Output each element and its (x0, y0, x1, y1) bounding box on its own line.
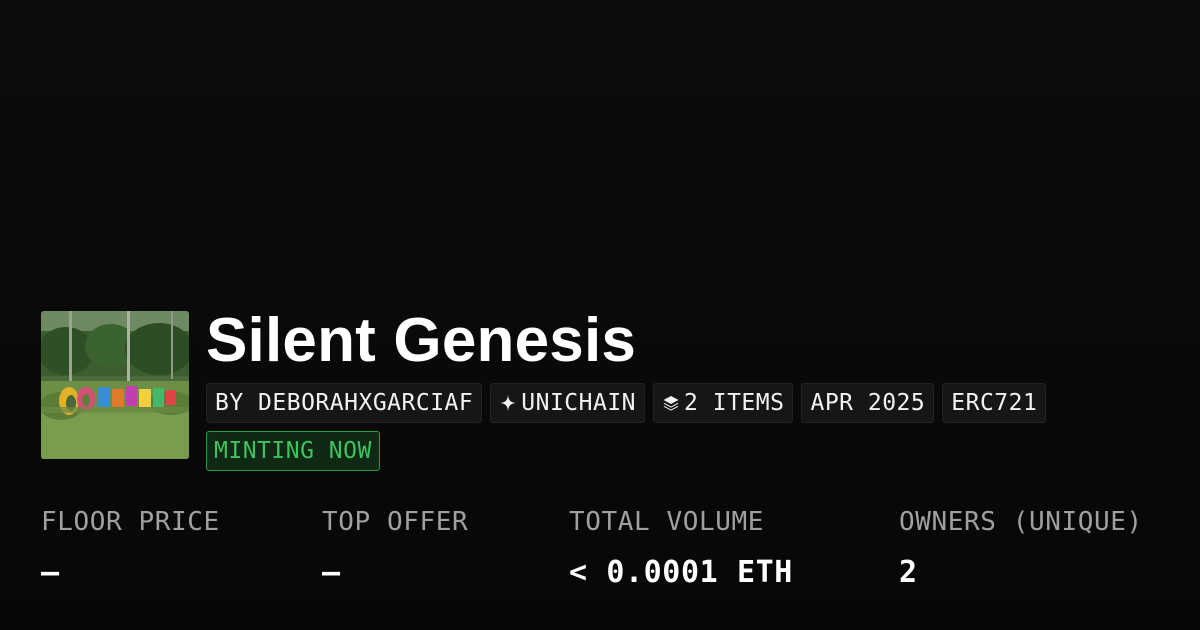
stat-owners: OWNERS (UNIQUE) 2 (899, 505, 1143, 591)
stat-value: — (322, 555, 341, 590)
standard-label: ERC721 (951, 390, 1038, 416)
stat-top-offer: TOP OFFER — (322, 505, 468, 591)
layers-icon (662, 394, 680, 412)
stat-label: OWNERS (UNIQUE) (899, 507, 1143, 537)
stat-value: — (41, 555, 60, 590)
collection-card: Silent Genesis BY DEBORAHXGARCIAF UNICHA… (0, 0, 1200, 630)
chain-badge[interactable]: UNICHAIN (490, 383, 646, 423)
items-badge[interactable]: 2 ITEMS (653, 383, 794, 423)
collection-badges: BY DEBORAHXGARCIAF UNICHAIN 2 ITEMS APR … (206, 383, 1047, 423)
collection-title: Silent Genesis (206, 306, 637, 375)
minting-status-badge[interactable]: MINTING NOW (206, 431, 380, 471)
chain-label: UNICHAIN (521, 390, 637, 416)
stat-value: < 0.0001 ETH (569, 555, 793, 590)
thumbnail-image (41, 311, 189, 459)
stat-label: TOTAL VOLUME (569, 507, 765, 537)
stat-label: FLOOR PRICE (41, 507, 220, 537)
date-label: APR 2025 (810, 390, 926, 416)
stat-total-volume: TOTAL VOLUME < 0.0001 ETH (569, 505, 793, 591)
stat-floor-price: FLOOR PRICE — (41, 505, 220, 591)
collection-thumbnail[interactable] (41, 311, 189, 459)
stat-value: 2 (899, 555, 918, 590)
creator-badge[interactable]: BY DEBORAHXGARCIAF (206, 383, 483, 423)
standard-badge: ERC721 (942, 383, 1047, 423)
sparkle-icon (499, 394, 517, 412)
date-badge: APR 2025 (801, 383, 935, 423)
stat-label: TOP OFFER (322, 507, 469, 537)
creator-label: BY DEBORAHXGARCIAF (215, 390, 474, 416)
items-label: 2 ITEMS (684, 390, 785, 416)
